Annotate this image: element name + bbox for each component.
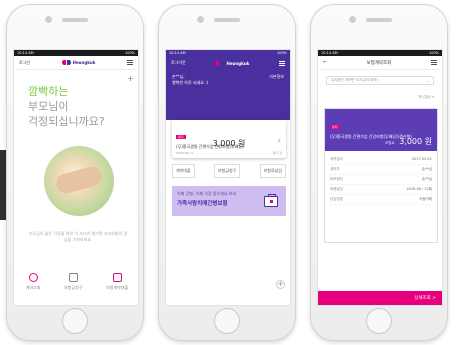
row-value: 손**님 [422, 177, 432, 181]
hero-line-2: 부모님이 [28, 100, 69, 113]
card-header: 유지 (무)흥국생명 간편가입 건강보험(무배당)(갱신형) 보험료 3,000… [325, 109, 437, 151]
brand-logo: Heungkuk [61, 60, 96, 65]
home-button[interactable] [62, 308, 88, 334]
camera [197, 16, 204, 23]
row-label: 계약일자 [330, 157, 343, 161]
home-button[interactable] [214, 308, 240, 334]
hero-line-3: 걱정되십니까요? [28, 115, 105, 128]
contract-detail-card[interactable]: 유지 (무)흥국생명 간편가입 건강보험(무배당)(갱신형) 보험료 3,000… [324, 108, 438, 243]
row-value: 2018.06 / 13회 [406, 187, 432, 191]
detail-row: 계약일자 2017.09.21 [330, 155, 432, 165]
detail-row: 계약자 손**님 [330, 165, 432, 175]
filter-select[interactable]: 유지중인 계약만 보기(유지계약) ⌄ [326, 76, 434, 85]
page-title: 보험계약조회 [366, 60, 392, 66]
filter-value: 유지중인 계약만 보기(유지계약) [331, 78, 378, 82]
camera [349, 16, 356, 23]
contract-date: 2018.06.11 [176, 151, 194, 155]
home-icon [68, 273, 78, 282]
add-icon[interactable]: + [276, 280, 285, 289]
chevron-right-icon[interactable]: › [277, 136, 281, 146]
nav-label: 계약조회 [25, 285, 41, 290]
login-button[interactable]: 로그인 [19, 60, 30, 66]
screen-dashboard: 10:14 AM 100% 로그아웃 Heungkuk 손**님, 행복한 하루… [165, 49, 291, 306]
status-battery: 100% [276, 51, 287, 55]
detail-row: 납입방법 자동이체 [330, 195, 432, 205]
speaker [214, 18, 240, 22]
search-icon [28, 273, 38, 282]
detail-row: 피보험자 손**님 [330, 175, 432, 185]
phone-frame-2: 10:14 AM 100% 로그아웃 Heungkuk 손**님, 행복한 하루… [158, 4, 296, 341]
row-label: 계약자 [330, 167, 340, 171]
brand-logo: Heungkuk [215, 60, 250, 66]
menu-icon[interactable] [279, 60, 285, 66]
profile-link[interactable]: 가본정보 [269, 74, 284, 80]
logout-button[interactable]: 로그아웃 [171, 60, 186, 66]
premium-amount: 3,000 원 [212, 139, 246, 148]
nav-label: 보험계약대출 [106, 285, 129, 290]
status-battery: 100% [428, 51, 439, 55]
status-time: 10:14 AM [169, 51, 186, 55]
hands-photo [44, 146, 114, 216]
hero-caption: 부모님의 삶은 건강을 위한 이 자녀가 챙기면 자녀보험의 관심을 가져보세요… [28, 231, 128, 242]
home-button[interactable] [366, 308, 392, 334]
status-time: 10:14 AM [17, 51, 34, 55]
row-value: 자동이체 [419, 197, 432, 201]
row-value: 손**님 [422, 167, 432, 171]
contract-extra: 정기 건 [272, 151, 282, 155]
hero-text: 깜빡하는 부모님이 걱정되십니까요? [28, 84, 105, 129]
app-header: 로그아웃 Heungkuk [166, 56, 290, 70]
premium-amount: 3,000 원 [399, 137, 432, 146]
phone-frame-3: 10:14 AM 100% ← 보험계약조회 유지중인 계약만 보기(유지계약)… [310, 4, 448, 341]
bottom-nav: 계약조회 보험금청구 보험계약대출 [14, 273, 138, 291]
greeting-message: 행복한 하루 되세요 :) [172, 80, 209, 85]
app-header: 로그인 Heungkuk [14, 56, 138, 70]
status-battery: 100% [124, 51, 135, 55]
menu-icon[interactable] [431, 60, 437, 65]
sort-dropdown[interactable]: 최신일순 ▾ [318, 95, 442, 100]
app-header: ← 보험계약조회 [318, 56, 442, 70]
action-buttons: 계약대출 보험금청구 보험료납입 [172, 164, 286, 178]
hands-shape [54, 164, 104, 196]
brand-name: Heungkuk [72, 60, 96, 65]
menu-icon[interactable] [127, 60, 133, 65]
briefcase-icon [264, 194, 278, 207]
premium-label: 보험료 [384, 141, 395, 145]
row-label: 최종납입 [330, 187, 343, 191]
card-meta: 2018.06.11 정기 건 [176, 151, 282, 155]
nav-loan[interactable]: 보험계약대출 [106, 273, 128, 291]
status-time: 10:14 AM [321, 51, 338, 55]
detail-row: 최종납입 2018.06 / 13회 [330, 185, 432, 195]
greeting-panel: 손**님, 행복한 하루 되세요 :) 가본정보 [166, 70, 290, 120]
screen-home: 10:14 AM 100% 로그인 Heungkuk + 깜빡하는 부모님이 걱… [13, 49, 139, 306]
row-label: 납입방법 [330, 197, 343, 201]
plus-icon[interactable]: + [127, 74, 134, 83]
claim-button[interactable]: 보험금청구 [213, 164, 241, 178]
brand-name: Heungkuk [226, 60, 250, 66]
nav-claim[interactable]: 보험금청구 [64, 273, 83, 291]
document-icon [112, 273, 122, 282]
heungkuk-logo-icon [215, 60, 225, 66]
speaker [62, 18, 88, 22]
row-label: 피보험자 [330, 177, 343, 181]
detail-button[interactable]: 상세조회 > [318, 291, 442, 305]
back-arrow-icon[interactable]: ← [323, 60, 327, 65]
payment-button[interactable]: 보험료납입 [259, 164, 286, 178]
hero-line-1: 깜빡하는 [28, 85, 69, 98]
contract-card[interactable]: 유지 (무)흥국생명 간편가입 건강보험(무배당) 3,000 원 › 2018… [172, 120, 286, 158]
loan-button[interactable]: 계약대출 [172, 164, 195, 178]
status-badge: 유지 [330, 125, 340, 129]
row-value: 2017.09.21 [411, 157, 432, 161]
premium-amount-block: 보험료 3,000 원 [385, 136, 432, 147]
chevron-down-icon: ⌄ [426, 78, 429, 83]
nav-label: 보험금청구 [64, 285, 83, 290]
promo-banner[interactable]: 치매 간병, 이제 걱정 없으세요 보내 가족사랑치매간병보험 [172, 186, 286, 216]
detail-rows: 계약일자 2017.09.21 계약자 손**님 피보험자 손**님 최종납입 … [325, 151, 437, 209]
phone-frame-1: 10:14 AM 100% 로그인 Heungkuk + 깜빡하는 부모님이 걱… [6, 4, 144, 341]
screen-contract-list: 10:14 AM 100% ← 보험계약조회 유지중인 계약만 보기(유지계약)… [317, 49, 443, 306]
heungkuk-logo-icon [61, 60, 71, 65]
camera [45, 16, 52, 23]
nav-contract[interactable]: 계약조회 [26, 273, 41, 291]
speaker [366, 18, 392, 22]
